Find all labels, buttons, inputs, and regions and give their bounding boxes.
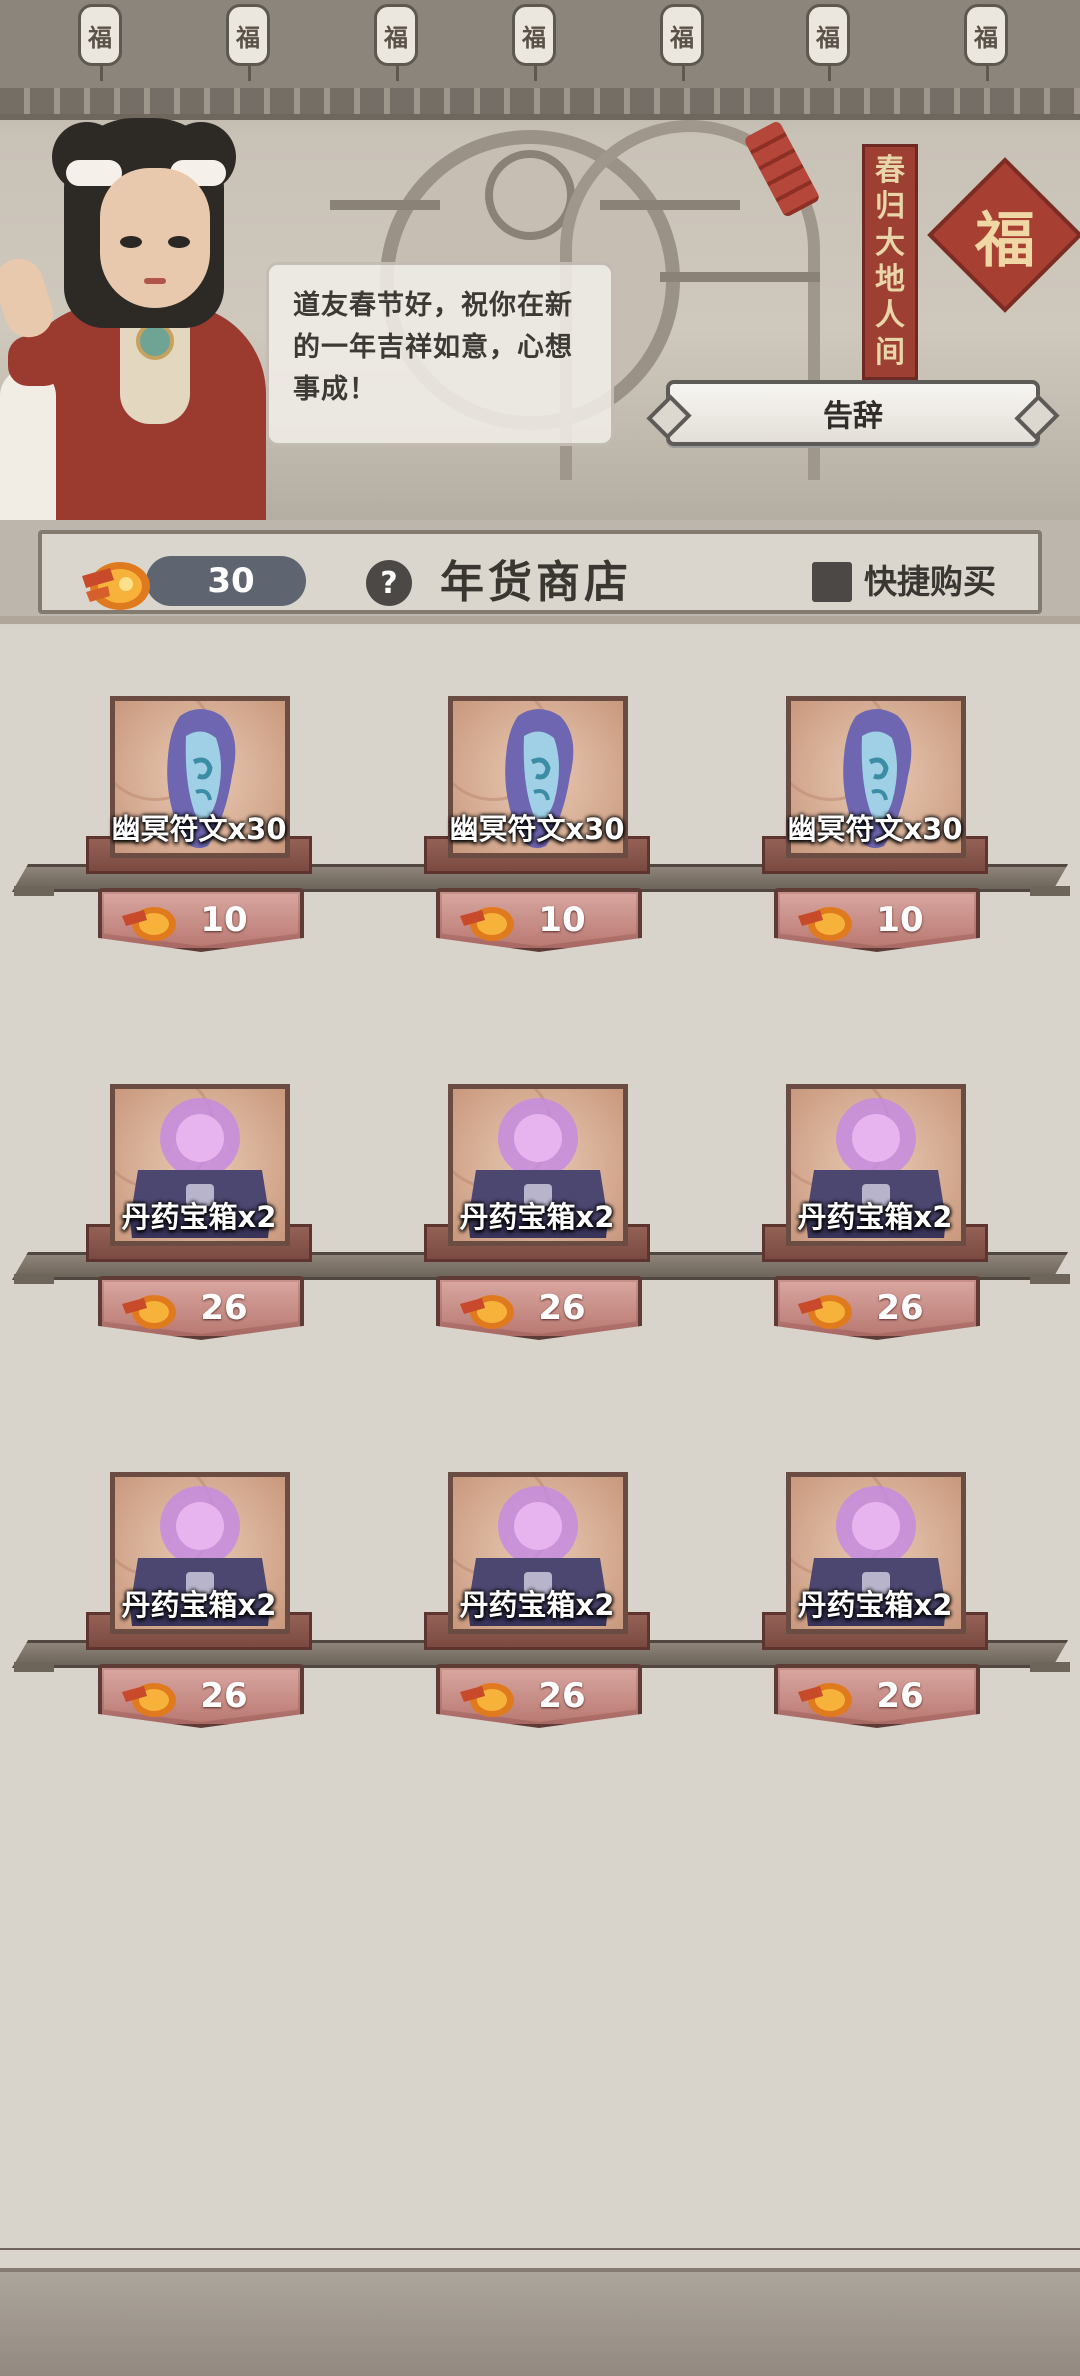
item-name: 幽冥符文x30 [111, 812, 287, 846]
lantern: 福 [226, 4, 270, 81]
npc-sleeve [8, 336, 64, 386]
firecracker-coin-icon [798, 1683, 852, 1717]
couplet-char: 大 [875, 225, 905, 261]
fu-character: 福 [975, 205, 1035, 276]
shop-item[interactable]: 丹药宝箱x2 26 [74, 1436, 324, 1746]
dialog-line: 道友春节好，祝你在新 [293, 290, 573, 321]
shop-item[interactable]: 丹药宝箱x2 26 [412, 1048, 662, 1358]
couplet-char: 人 [875, 298, 905, 334]
dialog-line: 事成！ [293, 374, 377, 405]
quick-buy-label[interactable]: 快捷购买 [864, 556, 996, 608]
item-name: 丹药宝箱x2 [121, 1200, 277, 1234]
firecracker-coin-icon [460, 907, 514, 941]
item-name: 丹药宝箱x2 [797, 1588, 953, 1622]
item-price: 10 [876, 900, 924, 940]
npc-dialog-bubble: 道友春节好，祝你在新 的一年吉祥如意，心想 事成！ [266, 262, 614, 446]
shopkeeper-npc [0, 108, 270, 540]
shop-item[interactable]: 幽冥符文x30 10 [750, 660, 1000, 970]
quick-buy-checkbox[interactable] [812, 562, 852, 602]
firecracker-coin-icon [122, 1295, 176, 1329]
couplet-char: 间 [875, 334, 905, 370]
item-name: 丹药宝箱x2 [797, 1200, 953, 1234]
currency-amount: 30 [207, 561, 255, 601]
shop-item[interactable]: 幽冥符文x30 10 [74, 660, 324, 970]
item-price: 26 [200, 1288, 248, 1328]
firecracker-coin-icon [798, 907, 852, 941]
shop-item[interactable]: 幽冥符文x30 10 [412, 660, 662, 970]
footer-trim [0, 2250, 1080, 2272]
couplet-scroll: 春 归 大 地 人 间 [862, 144, 918, 380]
shelf-bracket [1030, 1662, 1070, 1672]
farewell-button[interactable]: 告辞 [666, 380, 1040, 446]
shelf-bracket [1030, 886, 1070, 896]
currency-balance: 30 [146, 556, 306, 606]
item-name: 幽冥符文x30 [449, 812, 625, 846]
shop-grid: 幽冥符文x30 10 幽冥符文x30 10 幽冥符文x30 10 丹药宝箱x2 … [0, 628, 1080, 2248]
item-name: 丹药宝箱x2 [121, 1588, 277, 1622]
shelf-bracket [1030, 1274, 1070, 1284]
item-price: 26 [876, 1288, 924, 1328]
item-price: 26 [538, 1288, 586, 1328]
firecracker-coin-icon [122, 907, 176, 941]
lantern: 福 [964, 4, 1008, 81]
firecracker-coin-icon [82, 562, 150, 610]
lantern: 福 [806, 4, 850, 81]
item-name: 幽冥符文x30 [787, 812, 963, 846]
lantern: 福 [78, 4, 122, 81]
shelf-row: 丹药宝箱x2 26 丹药宝箱x2 26 丹药宝箱x2 26 [0, 1436, 1080, 1746]
npc-eye [120, 236, 142, 248]
firecracker-coin-icon [460, 1295, 514, 1329]
lantern: 福 [374, 4, 418, 81]
npc-face [100, 168, 210, 308]
item-price: 26 [538, 1676, 586, 1716]
lantern: 福 [512, 4, 556, 81]
item-price: 10 [200, 900, 248, 940]
shelf-bracket [14, 1662, 54, 1672]
wall-shelf [660, 272, 820, 282]
couplet-char: 地 [875, 262, 905, 298]
npc-eye [168, 236, 190, 248]
dialog-line: 的一年吉祥如意，心想 [293, 332, 573, 363]
shelf-bracket [14, 1274, 54, 1284]
firecracker-coin-icon [122, 1683, 176, 1717]
firecracker-coin-icon [460, 1683, 514, 1717]
wall-shelf [600, 200, 740, 210]
item-name: 丹药宝箱x2 [459, 1588, 615, 1622]
item-price: 10 [538, 900, 586, 940]
firecracker-coin-icon [798, 1295, 852, 1329]
shop-item[interactable]: 丹药宝箱x2 26 [412, 1436, 662, 1746]
shelf-row: 丹药宝箱x2 26 丹药宝箱x2 26 丹药宝箱x2 26 [0, 1048, 1080, 1358]
wall-shelf [330, 200, 440, 210]
shop-item[interactable]: 丹药宝箱x2 26 [750, 1436, 1000, 1746]
shop-title: 年货商店 [440, 557, 632, 608]
shop-item[interactable]: 丹药宝箱x2 26 [74, 1048, 324, 1358]
help-icon[interactable]: ? [366, 560, 412, 606]
shop-scene: 福 福 福 福 福 福 福 春 归 大 地 人 间 福 道友春节好，祝你在新 的… [0, 0, 1080, 540]
couplet-char: 归 [875, 189, 905, 225]
npc-mouth [144, 278, 166, 284]
shelf-bracket [14, 886, 54, 896]
item-price: 26 [876, 1676, 924, 1716]
item-name: 丹药宝箱x2 [459, 1200, 615, 1234]
item-price: 26 [200, 1676, 248, 1716]
shelf-row: 幽冥符文x30 10 幽冥符文x30 10 幽冥符文x30 10 [0, 660, 1080, 970]
couplet-char: 春 [875, 153, 905, 189]
shop-item[interactable]: 丹药宝箱x2 26 [750, 1048, 1000, 1358]
npc-fur-coat [0, 368, 56, 540]
lantern: 福 [660, 4, 704, 81]
